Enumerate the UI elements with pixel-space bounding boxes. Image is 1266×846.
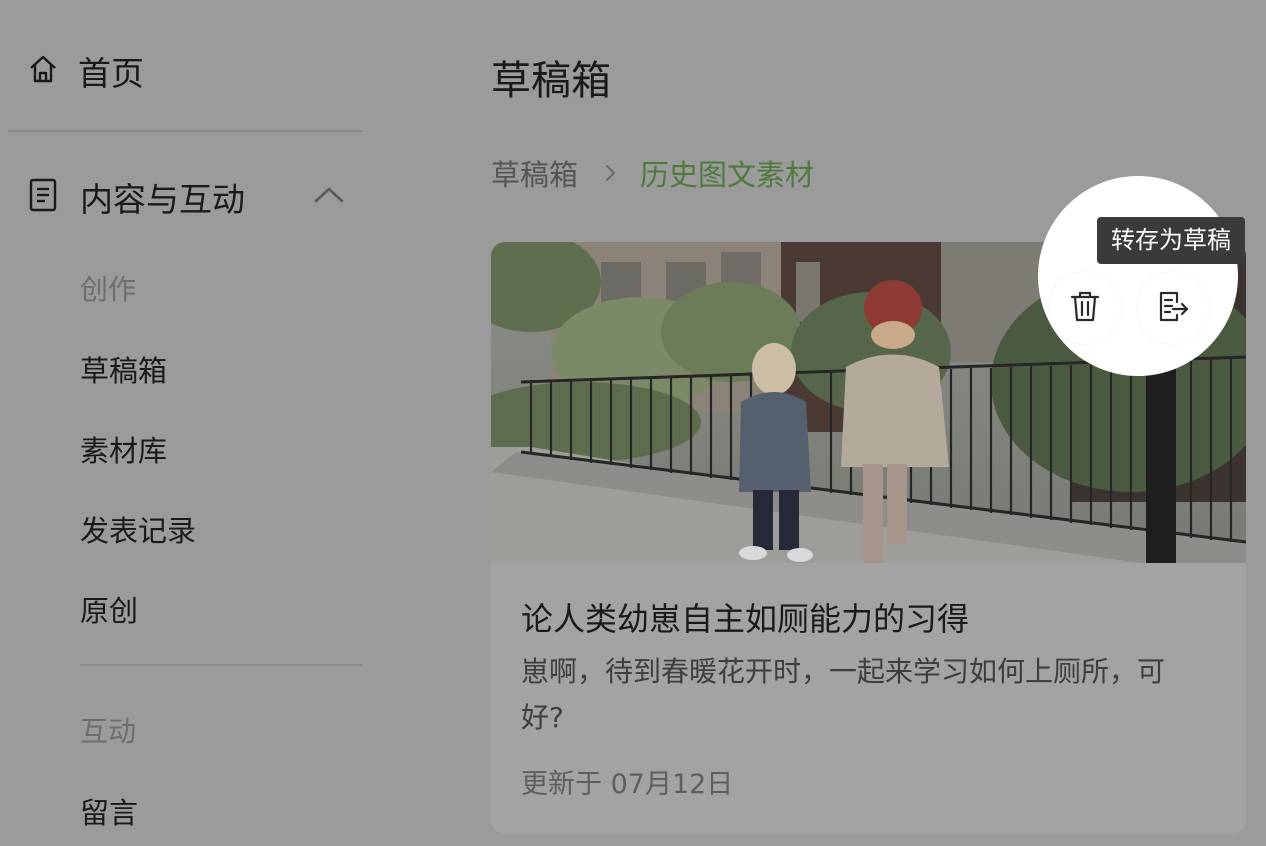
sidebar: 首页 内容与互动 创作 草稿箱 素材库 发表记录 原创 互动 留言 xyxy=(0,0,370,846)
sidebar-group-divider xyxy=(80,664,363,666)
card-updated-date: 更新于 07月12日 xyxy=(521,769,734,800)
breadcrumb: 草稿箱 历史图文素材 xyxy=(491,152,814,194)
trash-icon xyxy=(1067,288,1103,328)
sidebar-section-label: 内容与互动 xyxy=(80,180,245,219)
page-title: 草稿箱 xyxy=(491,58,611,104)
chevron-right-icon xyxy=(602,163,618,183)
save-as-draft-button[interactable] xyxy=(1137,272,1209,344)
sidebar-item-comments[interactable]: 留言 xyxy=(80,790,138,832)
breadcrumb-root-link[interactable]: 草稿箱 xyxy=(491,152,578,194)
sidebar-item-original[interactable]: 原创 xyxy=(80,588,138,630)
sidebar-group-title-create: 创作 xyxy=(80,273,137,306)
chevron-up-icon[interactable] xyxy=(312,180,346,214)
card-description: 崽啊，待到春暖花开时，一起来学习如何上厕所，可好? xyxy=(521,655,1166,734)
card-title: 论人类幼崽自主如厕能力的习得 xyxy=(521,600,970,638)
save-to-draft-icon xyxy=(1155,288,1191,328)
sidebar-item-home[interactable]: 首页 xyxy=(26,46,144,96)
sidebar-item-materials[interactable]: 素材库 xyxy=(80,428,167,470)
document-icon xyxy=(26,177,60,217)
sidebar-divider xyxy=(8,130,363,132)
sidebar-section-content[interactable]: 内容与互动 xyxy=(26,172,356,222)
sidebar-group-title-interact: 互动 xyxy=(80,715,137,748)
home-icon xyxy=(26,52,60,90)
sidebar-item-publish-records[interactable]: 发表记录 xyxy=(80,508,196,550)
save-draft-tooltip: 转存为草稿 xyxy=(1097,217,1245,264)
delete-button[interactable] xyxy=(1049,272,1121,344)
sidebar-item-drafts[interactable]: 草稿箱 xyxy=(80,348,167,390)
sidebar-home-label: 首页 xyxy=(78,54,144,93)
breadcrumb-current: 历史图文素材 xyxy=(640,158,815,192)
